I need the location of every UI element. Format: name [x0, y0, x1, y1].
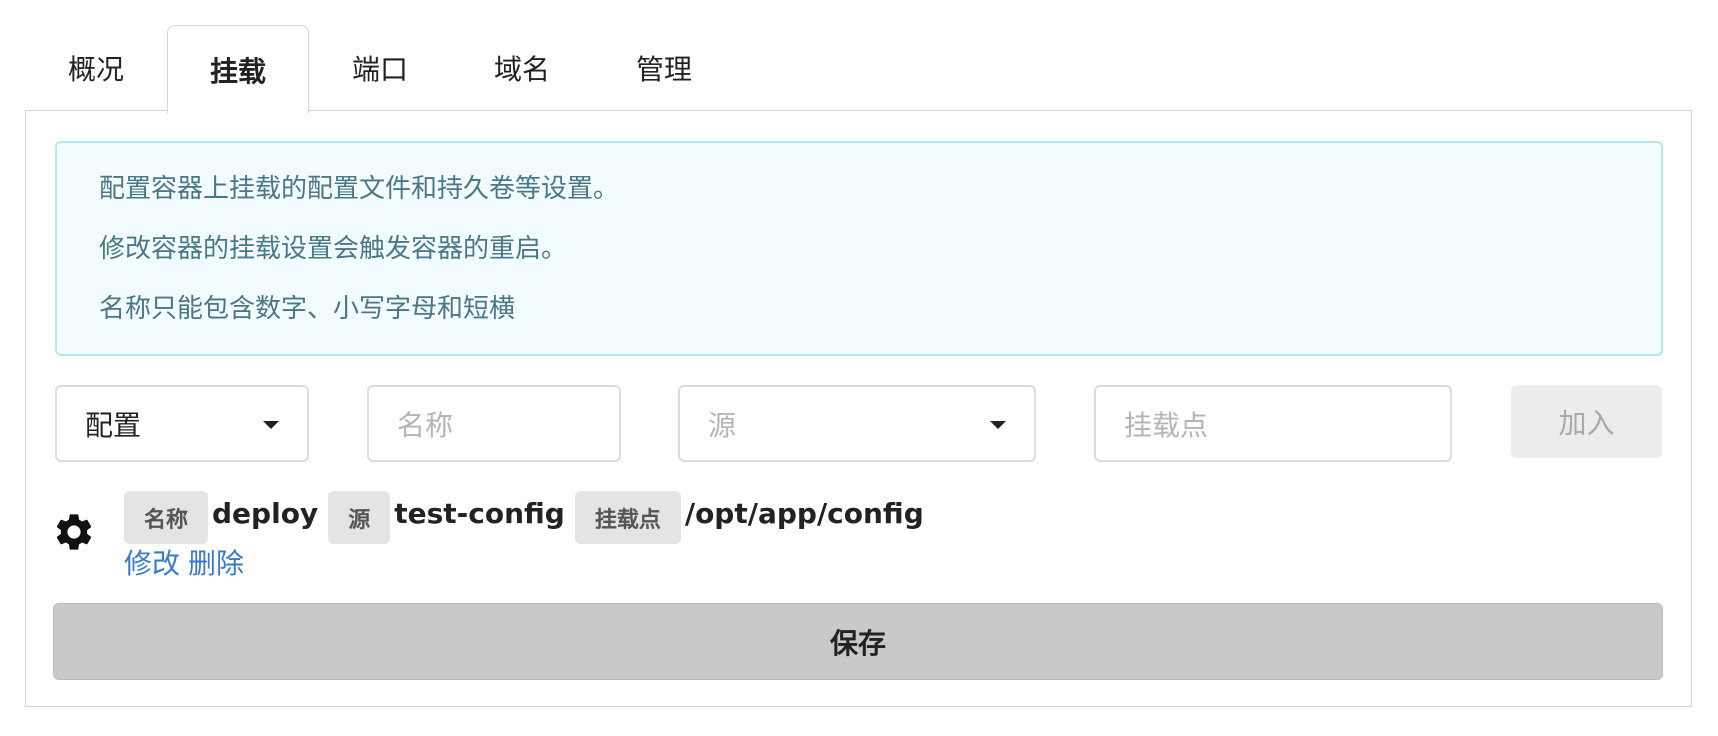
name-tag: 名称 — [124, 491, 209, 544]
caret-down-icon — [990, 421, 1006, 429]
name-input[interactable]: 名称 — [367, 385, 621, 462]
save-button[interactable]: 保存 — [53, 603, 1663, 680]
mount-type-select[interactable]: 配置 — [55, 385, 309, 462]
mount-item: 名称 deploy 源 test-config 挂载点 /opt/app/con… — [124, 491, 934, 544]
info-line: 名称只能包含数字、小写字母和短横 — [99, 294, 516, 324]
mountpoint-tag: 挂载点 — [574, 491, 681, 544]
info-alert: 配置容器上挂载的配置文件和持久卷等设置。 修改容器的挂载设置会触发容器的重启。 … — [55, 141, 1663, 356]
tab-mounts[interactable]: 挂载 — [167, 25, 309, 113]
mount-type-value: 配置 — [85, 408, 142, 442]
tab-ports[interactable]: 端口 — [309, 25, 451, 111]
edit-link[interactable]: 修改 — [124, 547, 180, 580]
tab-manage[interactable]: 管理 — [593, 25, 735, 111]
delete-link[interactable]: 删除 — [188, 547, 244, 580]
mount-name-value: deploy — [212, 497, 319, 530]
mount-actions: 修改 删除 — [124, 542, 252, 582]
info-line: 配置容器上挂载的配置文件和持久卷等设置。 — [99, 174, 620, 204]
tab-domains[interactable]: 域名 — [451, 25, 593, 111]
add-button[interactable]: 加入 — [1511, 385, 1662, 458]
source-tag: 源 — [328, 491, 391, 544]
mount-mountpoint-value: /opt/app/config — [684, 497, 924, 530]
source-select[interactable]: 源 — [678, 385, 1036, 462]
tab-bar: 概况 挂载 端口 域名 管理 — [25, 25, 735, 113]
tab-overview[interactable]: 概况 — [25, 25, 167, 111]
mountpoint-placeholder: 挂载点 — [1124, 408, 1209, 442]
gear-icon — [56, 514, 92, 550]
source-placeholder: 源 — [708, 408, 737, 442]
name-placeholder: 名称 — [397, 408, 454, 442]
mountpoint-input[interactable]: 挂载点 — [1094, 385, 1452, 462]
mount-source-value: test-config — [394, 497, 565, 530]
caret-down-icon — [263, 421, 279, 429]
info-line: 修改容器的挂载设置会触发容器的重启。 — [99, 234, 568, 264]
